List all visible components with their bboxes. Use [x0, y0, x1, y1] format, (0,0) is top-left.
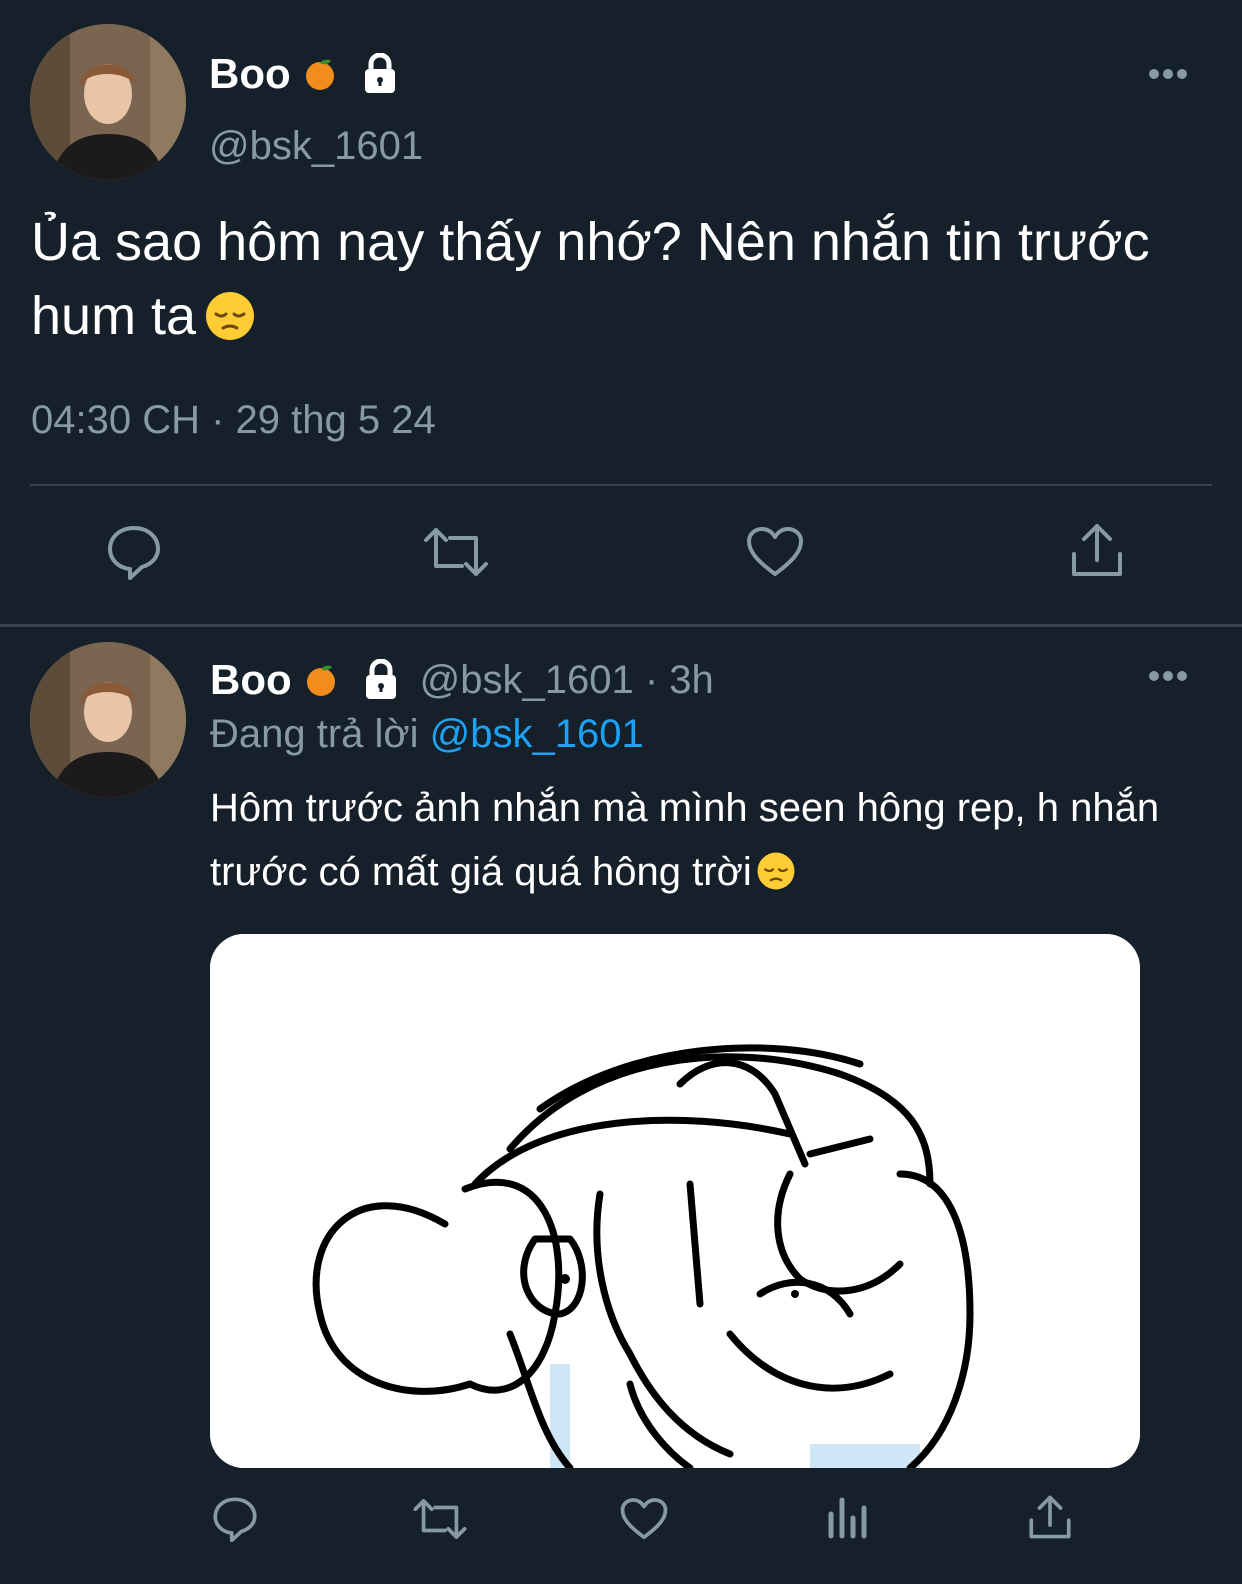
replying-to: Đang trả lời @bsk_1601 — [210, 712, 644, 757]
author-handle-time[interactable]: @bsk_1601 · 3h — [420, 658, 714, 703]
author-handle[interactable]: @bsk_1601 — [209, 124, 423, 169]
pensive-face-icon — [206, 292, 255, 340]
avatar[interactable] — [30, 24, 186, 180]
analytics-icon[interactable] — [826, 1496, 870, 1540]
reply-author-row: Boo @bsk_1601 · 3h — [210, 656, 714, 704]
like-icon[interactable] — [620, 1497, 668, 1541]
retweet-icon[interactable] — [422, 524, 490, 580]
tweet-timestamp[interactable]: 04:30 CH · 29 thg 5 24 — [31, 398, 436, 443]
main-tweet: Boo @bsk_1601 Ủa sao hôm nay thấy nhớ? N… — [0, 0, 1242, 628]
replying-to-label: Đang trả lời — [210, 712, 419, 756]
more-options-icon[interactable] — [1148, 670, 1188, 682]
tangerine-icon — [305, 59, 334, 90]
lock-icon — [365, 659, 396, 699]
like-icon[interactable] — [746, 526, 804, 578]
tweet-text: Ủa sao hôm nay thấy nhớ? Nên nhắn tin tr… — [31, 205, 1201, 353]
cartoon-drawing — [210, 934, 1140, 1468]
divider — [30, 484, 1212, 486]
tweet-text: Hôm trước ảnh nhắn mà mình seen hông rep… — [210, 776, 1170, 904]
more-options-icon[interactable] — [1148, 68, 1188, 80]
avatar[interactable] — [30, 642, 186, 798]
reply-tweet: Boo @bsk_1601 · 3h Đang trả lời @bsk_160… — [0, 630, 1242, 1584]
retweet-icon[interactable] — [412, 1496, 468, 1542]
tweet-separator — [0, 624, 1242, 627]
tweet-text-content: Ủa sao hôm nay thấy nhớ? Nên nhắn tin tr… — [31, 212, 1150, 346]
replying-to-mention[interactable]: @bsk_1601 — [430, 712, 644, 756]
share-icon[interactable] — [1070, 522, 1124, 578]
author-name-row: Boo — [209, 50, 401, 98]
tweet-text-content: Hôm trước ảnh nhắn mà mình seen hông rep… — [210, 786, 1160, 894]
reply-icon[interactable] — [212, 1496, 258, 1542]
reply-icon[interactable] — [106, 524, 162, 580]
display-name[interactable]: Boo — [210, 656, 292, 704]
share-icon[interactable] — [1028, 1494, 1072, 1540]
lock-icon — [364, 53, 395, 93]
pensive-face-icon — [757, 852, 795, 890]
display-name[interactable]: Boo — [209, 50, 291, 98]
tangerine-icon — [306, 665, 335, 696]
tweet-media-image[interactable] — [210, 934, 1140, 1468]
